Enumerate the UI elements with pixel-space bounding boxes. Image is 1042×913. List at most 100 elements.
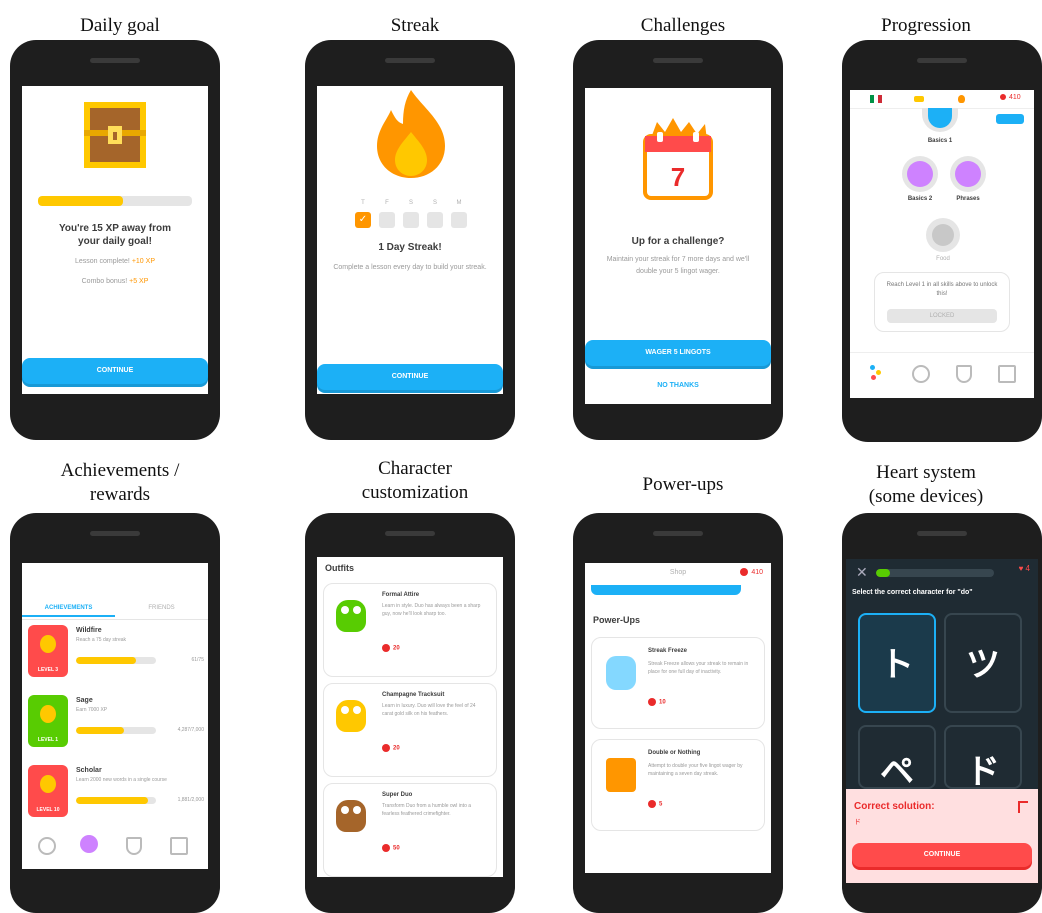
nav-shield-icon[interactable] (956, 365, 972, 383)
report-flag-icon[interactable] (1018, 801, 1028, 813)
gems-counter[interactable]: 410 (1000, 94, 1021, 101)
feedback-panel: Correct solution: ド CONTINUE (846, 789, 1038, 883)
phone-speaker (653, 58, 703, 63)
outfit-card[interactable]: Super Duo Transform Duo from a humble owl… (323, 783, 497, 877)
tab-friends[interactable]: FRIENDS (115, 605, 208, 611)
close-icon[interactable]: ✕ (856, 565, 868, 579)
gem-icon (1000, 94, 1006, 101)
achievement-progress-bar (76, 797, 156, 804)
skill-basics-1[interactable] (922, 108, 958, 132)
caption-challenges: Challenges (640, 15, 726, 36)
screen-streak: T ✓ F S S M 1 Day Streak! Complete a lesson e… (317, 86, 503, 394)
achievement-title: Sage (76, 697, 93, 704)
powerup-price[interactable]: 5 (648, 800, 662, 808)
streak-day-label: F (385, 200, 389, 206)
achievement-description: Reach a 75 day streak (76, 637, 127, 643)
challenge-title: Up for a challenge? (631, 236, 725, 247)
phone-speaker (653, 531, 703, 536)
daily-goal-heading: You're 15 XP away from your daily goal! (22, 222, 208, 248)
wager-button[interactable]: WAGER 5 LINGOTS (585, 340, 771, 366)
nav-shop-icon[interactable] (998, 365, 1016, 383)
outfit-description: Learn in style. Duo has always been a sh… (382, 603, 481, 617)
streak-day-label: M (456, 200, 462, 206)
practice-badge[interactable] (996, 114, 1024, 124)
continue-button[interactable]: CONTINUE (317, 364, 503, 390)
achievements-tabs: ACHIEVEMENTS FRIENDS (22, 599, 208, 620)
lesson-complete-label: Lesson complete! (75, 258, 130, 265)
achievement-description: Earn 7000 XP (76, 707, 108, 713)
outfit-card[interactable]: Formal Attire Learn in style. Duo has alw… (323, 583, 497, 677)
nav-shield-icon[interactable] (126, 837, 142, 855)
powerup-price-value: 10 (659, 699, 666, 706)
powerup-card[interactable]: Double or Nothing Attempt to double your … (591, 739, 765, 831)
phone-streak: T ✓ F S S M 1 Day Streak! Complete a lesson e… (305, 40, 515, 440)
achievement-description: Learn 2000 new words in a single course (76, 777, 167, 783)
panel-daily-goal: Daily goal You're 15 XP away from your d… (0, 0, 240, 450)
bottom-nav (850, 352, 1034, 393)
character-choice-tile[interactable]: ツ (944, 613, 1022, 713)
caption-character-line2: customization (361, 482, 469, 503)
caption-heart-line1: Heart system (876, 462, 976, 483)
phone-progression: 410 Basics 1 Basics 2 Phrases Food Reach… (842, 40, 1042, 442)
caption-streak: Streak (390, 15, 440, 36)
outfit-description: Transform Duo from a humble owl into a f… (382, 803, 472, 817)
phone-speaker (90, 58, 140, 63)
caption-achievements-line1: Achievements / (60, 460, 180, 481)
shop-top-bar: Shop 410 (585, 563, 771, 583)
nav-profile-icon[interactable] (912, 365, 930, 383)
correct-answer: ド (854, 819, 861, 826)
gem-icon (740, 568, 749, 576)
combo-bonus-row: Combo bonus! +5 XP (22, 278, 208, 285)
outfit-card[interactable]: Champagne Tracksuit Learn in luxury. Duo … (323, 683, 497, 777)
phone-powerups: Shop 410 Power-Ups Streak Freeze Streak F… (573, 513, 783, 913)
panel-achievements: Achievements / rewards ACHIEVEMENTS FRIE… (0, 455, 240, 913)
caption-daily-goal: Daily goal (80, 15, 160, 36)
nav-trophy-icon[interactable] (38, 837, 56, 855)
screen-progression: 410 Basics 1 Basics 2 Phrases Food Reach… (850, 90, 1034, 398)
phone-speaker (90, 531, 140, 536)
locked-button[interactable]: LOCKED (887, 309, 997, 323)
powerup-title: Double or Nothing (648, 750, 701, 756)
no-thanks-link[interactable]: NO THANKS (585, 382, 771, 389)
owl-outfit-icon (336, 600, 366, 632)
continue-button[interactable]: CONTINUE (852, 843, 1032, 867)
nav-learn-icon[interactable] (870, 365, 882, 381)
lesson-progress-bar (876, 569, 994, 577)
streak-flame-icon[interactable] (958, 95, 965, 103)
bottom-nav (22, 825, 208, 865)
outfit-price[interactable]: 20 (382, 744, 400, 752)
continue-button[interactable]: CONTINUE (22, 358, 208, 384)
achievement-badge[interactable]: LEVEL 3 (28, 625, 68, 677)
phone-daily-goal: You're 15 XP away from your daily goal! … (10, 40, 220, 440)
panel-heart: Heart system (some devices) ✕ ♥ 4 Select… (810, 455, 1042, 913)
correct-solution-label: Correct solution: (854, 801, 935, 812)
outfit-price[interactable]: 50 (382, 844, 400, 852)
crown-icon[interactable] (914, 96, 924, 102)
powerup-price[interactable]: 10 (648, 698, 666, 706)
character-choice-tile[interactable]: ド (944, 725, 1022, 789)
phone-speaker (385, 58, 435, 63)
powerup-card[interactable]: Streak Freeze Streak Freeze allows your s… (591, 637, 765, 729)
character-choice-tile[interactable]: ペ (858, 725, 936, 789)
skill-food-locked[interactable] (926, 218, 960, 252)
caption-character: Character customization (295, 457, 535, 505)
outfit-description: Learn in luxury. Duo will love the feel … (382, 703, 476, 717)
tab-achievements[interactable]: ACHIEVEMENTS (22, 605, 115, 617)
character-choice-tile[interactable]: ト (858, 613, 936, 713)
panel-streak: Streak T ✓ F S S M 1 Day Streak! Complete a l… (295, 0, 535, 450)
gems-counter[interactable]: 410 (740, 568, 763, 576)
phone-heart: ✕ ♥ 4 Select the correct character for "… (842, 513, 1042, 913)
skill-basics-2[interactable] (902, 156, 938, 192)
nav-shop-icon[interactable] (170, 837, 188, 855)
skill-phrases[interactable] (950, 156, 986, 192)
hearts-count: 4 (1025, 564, 1030, 573)
skill-basics-1-label: Basics 1 (927, 138, 953, 144)
nav-avatar-icon[interactable] (80, 835, 98, 853)
achievement-progress-bar (76, 727, 156, 734)
outfit-price[interactable]: 20 (382, 644, 400, 652)
achievement-badge[interactable]: LEVEL 1 (28, 695, 68, 747)
owl-outfit-icon (336, 700, 366, 732)
powerup-price-value: 5 (659, 801, 663, 808)
gems-count: 410 (1009, 94, 1021, 101)
achievement-badge[interactable]: LEVEL 10 (28, 765, 68, 817)
